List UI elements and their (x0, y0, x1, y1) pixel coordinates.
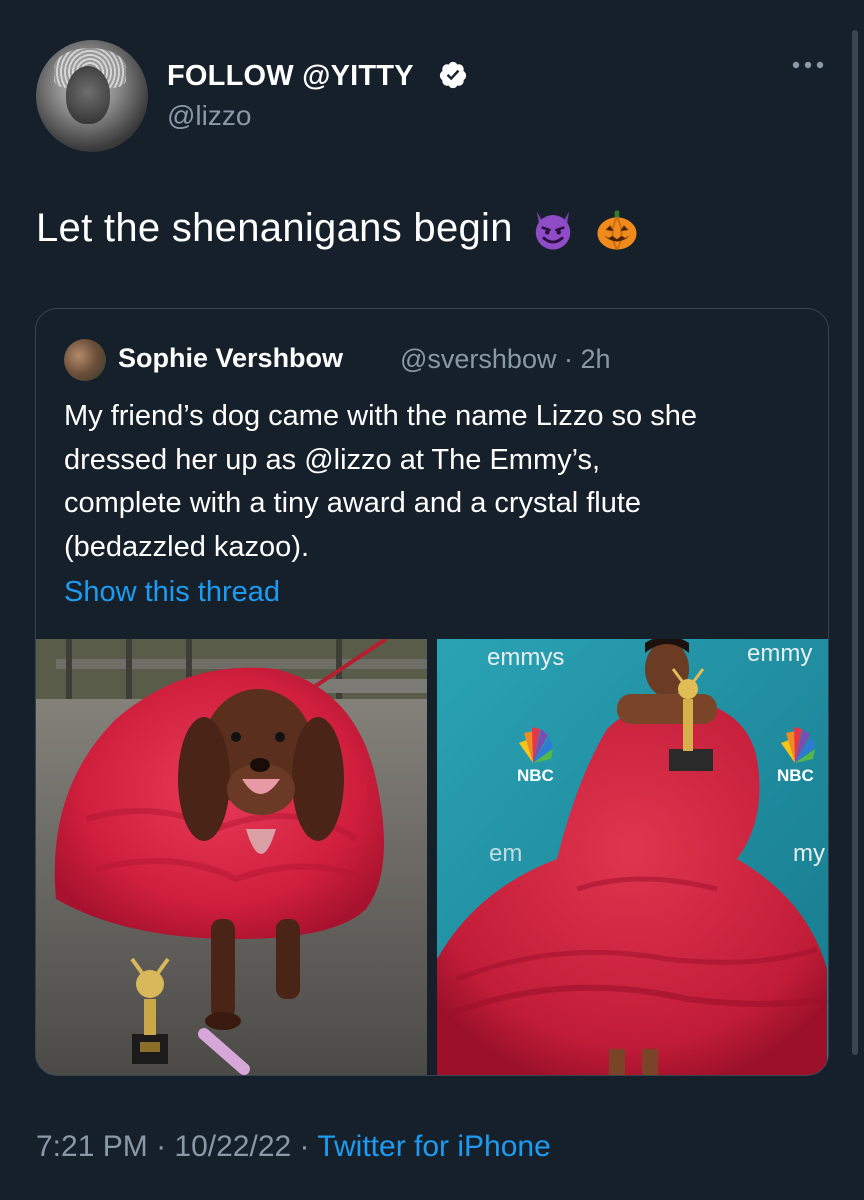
avatar-face (66, 66, 110, 124)
dog-photo[interactable] (36, 639, 427, 1075)
tweet-source[interactable]: Twitter for iPhone (317, 1130, 550, 1163)
smiling-imp-icon (535, 212, 571, 250)
lizzo-emmys-illustration: emmys emmy NBC NBC em my (437, 639, 828, 1075)
quoted-text-line: dressed her up as @lizzo at The Emmy’s, (64, 443, 601, 476)
meta-separator: · (563, 344, 573, 374)
tweet-text: Let the shenanigans begin (36, 206, 513, 250)
jack-o-lantern-icon (597, 210, 637, 251)
author-handle[interactable]: @lizzo (167, 100, 251, 132)
backdrop-emmys-text: emmys (487, 644, 564, 671)
quoted-text-line: complete with a tiny award and a crystal… (64, 487, 642, 519)
footer-separator: · (299, 1130, 310, 1163)
quoted-author-handle[interactable]: @svershbow (400, 344, 556, 374)
show-thread-link[interactable]: Show this thread (64, 576, 280, 609)
tweet-body: Let the shenanigans begin (36, 202, 640, 254)
author-avatar[interactable] (36, 40, 148, 152)
footer-separator: · (156, 1130, 167, 1163)
quoted-tweet-text: My friend’s dog came with the name Lizzo… (64, 395, 814, 569)
backdrop-nbc-text: NBC (777, 766, 814, 785)
dog-photo-illustration (36, 639, 427, 1075)
tweet-date[interactable]: 10/22/22 (174, 1130, 291, 1163)
quoted-author-name[interactable]: Sophie Vershbow (118, 343, 343, 374)
verified-badge-icon (439, 61, 467, 89)
quoted-time-ago[interactable]: 2h (581, 344, 611, 374)
backdrop-partial-text: em (489, 840, 522, 867)
tweet-time[interactable]: 7:21 PM (36, 1130, 148, 1163)
lizzo-emmys-photo[interactable]: emmys emmy NBC NBC em my (437, 639, 828, 1075)
quoted-text-line: (bedazzled kazoo). (64, 530, 310, 563)
quoted-text-line: My friend’s dog came with the name Lizzo… (64, 400, 697, 432)
backdrop-emmys-text: emmy (747, 640, 812, 667)
scrollbar-thumb[interactable] (852, 30, 858, 1055)
backdrop-partial-text: my (793, 840, 825, 867)
quoted-author-avatar[interactable] (64, 339, 106, 381)
quoted-author-meta: @svershbow · 2h (400, 344, 611, 375)
more-options-icon[interactable] (791, 60, 825, 70)
tweet-footer: 7:21 PM · 10/22/22 · Twitter for iPhone (36, 1130, 551, 1164)
quoted-tweet[interactable]: Sophie Vershbow @svershbow · 2h My frien… (35, 308, 829, 1076)
tweet-header: FOLLOW @YITTY @lizzo (36, 38, 836, 158)
author-display-name[interactable]: FOLLOW @YITTY (167, 60, 414, 93)
backdrop-nbc-text: NBC (517, 766, 554, 785)
